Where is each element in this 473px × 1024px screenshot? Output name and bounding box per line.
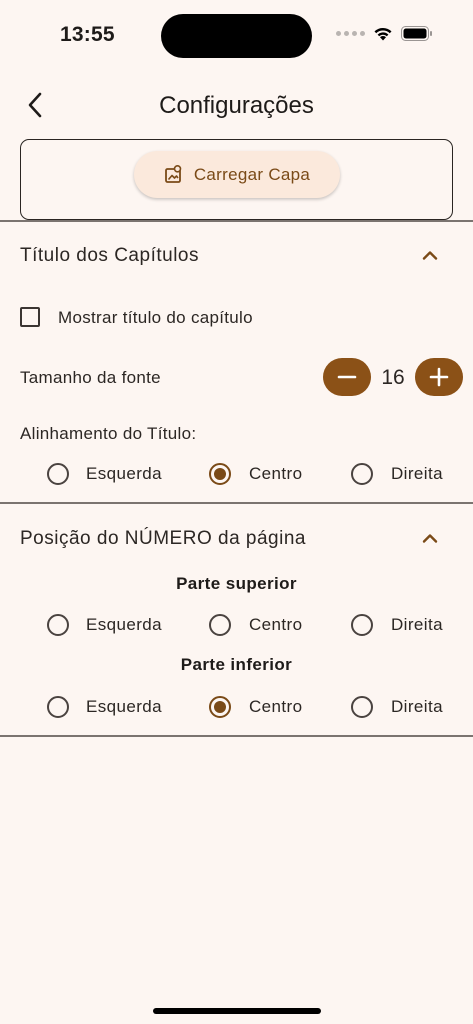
- upload-cover-label: Carregar Capa: [193, 164, 311, 184]
- upload-cover-button[interactable]: Carregar Capa: [134, 151, 340, 198]
- bottom-center-radio[interactable]: [209, 696, 231, 718]
- chevron-up-icon[interactable]: [421, 249, 439, 261]
- plus-icon: [429, 367, 449, 387]
- status-icons: [336, 26, 433, 41]
- image-upload-icon: [164, 164, 182, 183]
- bottom-left-label: Esquerda: [86, 697, 162, 716]
- top-center-radio[interactable]: [209, 614, 231, 636]
- page-title: Configurações: [159, 92, 314, 119]
- divider: [0, 220, 473, 222]
- top-right-radio[interactable]: [351, 614, 373, 636]
- title-align-right-radio[interactable]: [351, 463, 373, 485]
- title-align-left-radio[interactable]: [47, 463, 69, 485]
- bottom-right-label: Direita: [391, 697, 443, 716]
- font-size-label: Tamanho da fonte: [20, 368, 161, 387]
- section-title-chapter-titles: Título dos Capítulos: [20, 245, 199, 266]
- home-indicator[interactable]: [153, 1008, 321, 1014]
- decrease-font-size-button[interactable]: [323, 358, 371, 396]
- app-header: Configurações: [0, 80, 473, 132]
- top-left-label: Esquerda: [86, 615, 162, 634]
- top-position-heading: Parte superior: [176, 574, 297, 593]
- dynamic-island: [161, 14, 312, 58]
- section-title-page-number: Posição do NÚMERO da página: [20, 528, 306, 549]
- bottom-position-heading: Parte inferior: [180, 655, 293, 674]
- show-chapter-title-label: Mostrar título do capítulo: [58, 308, 253, 327]
- bottom-center-label: Centro: [249, 697, 303, 716]
- title-align-right-label: Direita: [391, 464, 443, 483]
- battery-icon: [401, 26, 432, 41]
- bottom-left-radio[interactable]: [47, 696, 69, 718]
- status-time: 13:55: [60, 23, 115, 46]
- title-alignment-label: Alinhamento do Título:: [20, 424, 197, 443]
- title-align-center-radio[interactable]: [209, 463, 231, 485]
- minus-icon: [337, 375, 357, 379]
- divider: [0, 735, 473, 737]
- top-center-label: Centro: [249, 615, 303, 634]
- cellular-signal-icon: [336, 31, 365, 36]
- wifi-icon: [374, 27, 392, 41]
- font-size-value: 16: [381, 366, 405, 389]
- top-left-radio[interactable]: [47, 614, 69, 636]
- increase-font-size-button[interactable]: [415, 358, 463, 396]
- status-bar: 13:55: [0, 0, 473, 70]
- show-chapter-title-checkbox[interactable]: [20, 307, 40, 327]
- divider: [0, 502, 473, 504]
- title-align-left-label: Esquerda: [86, 464, 162, 483]
- title-align-center-label: Centro: [249, 464, 303, 483]
- top-right-label: Direita: [391, 615, 443, 634]
- cover-upload-panel: Carregar Capa: [20, 139, 453, 220]
- chevron-up-icon[interactable]: [421, 532, 439, 544]
- bottom-right-radio[interactable]: [351, 696, 373, 718]
